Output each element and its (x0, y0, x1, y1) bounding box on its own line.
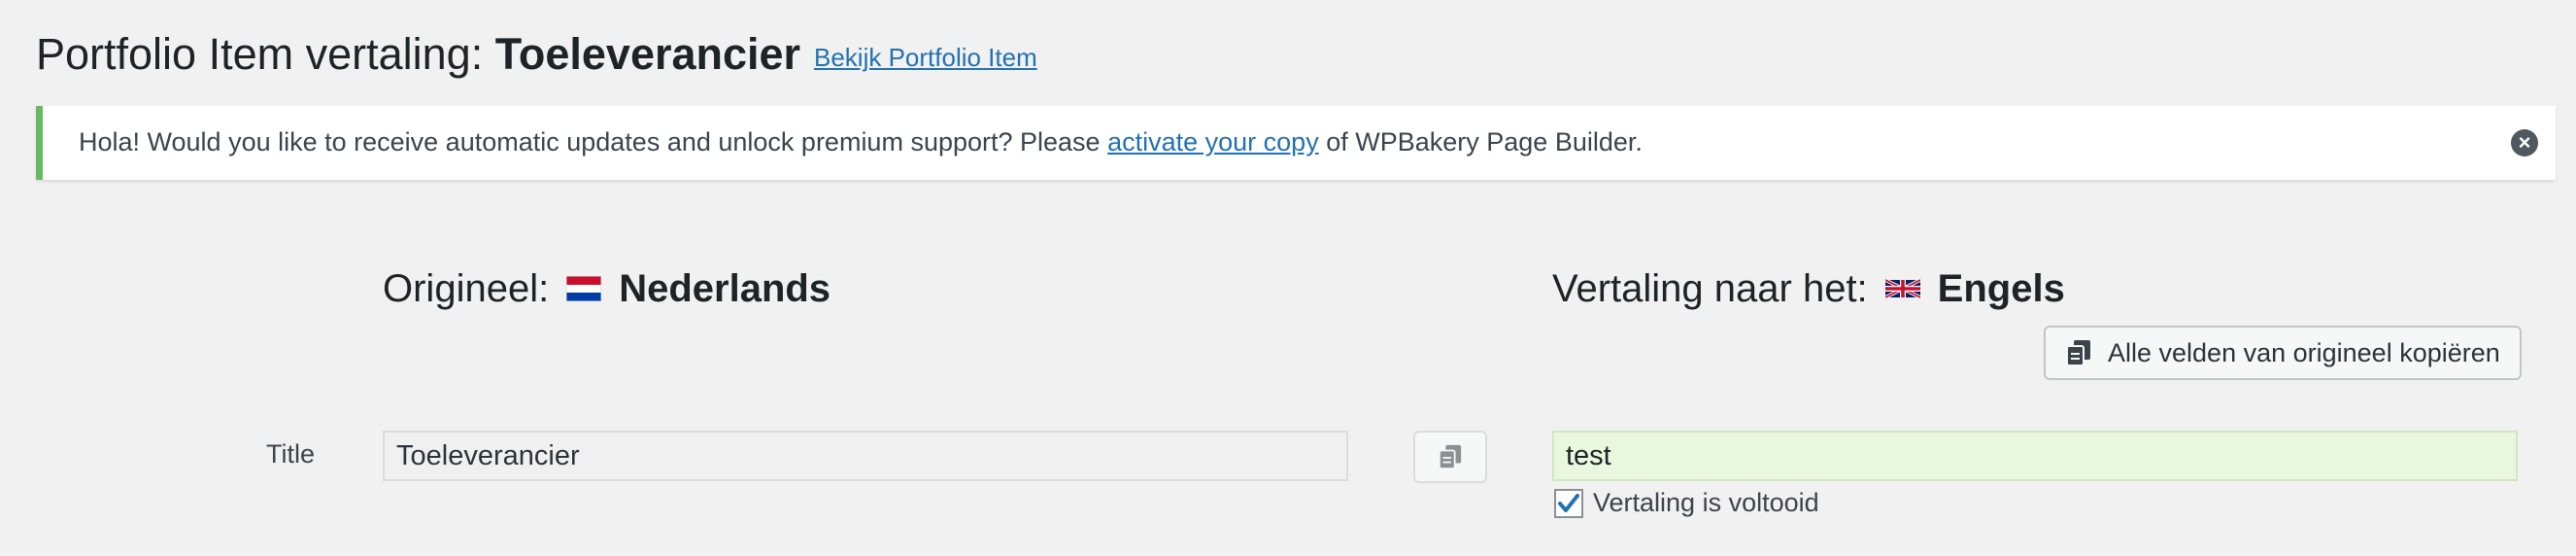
flag-nl-icon (566, 276, 602, 301)
translation-complete-checkbox[interactable] (1554, 488, 1583, 518)
translation-complete-label: Vertaling is voltooid (1593, 488, 1819, 517)
copy-all-fields-button[interactable]: Alle velden van origineel kopiëren (2044, 326, 2522, 380)
checkmark-icon (1558, 493, 1579, 512)
page-title-item: Toeleverancier (494, 29, 801, 79)
view-portfolio-item-link[interactable]: Bekijk Portfolio Item (814, 43, 1037, 73)
translation-complete-row: Vertaling is voltooid (1554, 488, 1819, 518)
notice-text-before: Hola! Would you like to receive automati… (79, 127, 1101, 156)
copy-icon (2066, 340, 2090, 366)
copy-title-button[interactable] (1413, 431, 1487, 483)
copy-icon (1438, 444, 1462, 469)
original-language: Nederlands (619, 267, 831, 310)
translated-title-input[interactable]: test (1552, 431, 2518, 481)
notice-text: Hola! Would you like to receive automati… (79, 127, 1643, 157)
original-label: Origineel: (383, 267, 550, 310)
update-notice: Hola! Would you like to receive automati… (36, 106, 2556, 180)
original-title-field: Toeleverancier (383, 431, 1348, 481)
translation-language: Engels (1937, 267, 2065, 310)
page-title: Portfolio Item vertaling: Toeleverancier (36, 27, 800, 82)
activate-copy-link[interactable]: activate your copy (1107, 127, 1319, 156)
original-heading: Origineel: Nederlands (383, 261, 830, 317)
copy-all-label: Alle velden van origineel kopiëren (2108, 337, 2500, 367)
notice-text-after: of WPBakery Page Builder. (1326, 127, 1643, 156)
field-label-title: Title (266, 439, 316, 469)
close-icon[interactable]: × (2511, 129, 2538, 156)
page-title-prefix: Portfolio Item vertaling: (36, 29, 484, 79)
flag-gb-icon (1884, 278, 1920, 299)
translation-label: Vertaling naar het: (1552, 267, 1868, 310)
translation-heading: Vertaling naar het: Engels (1552, 261, 2065, 317)
